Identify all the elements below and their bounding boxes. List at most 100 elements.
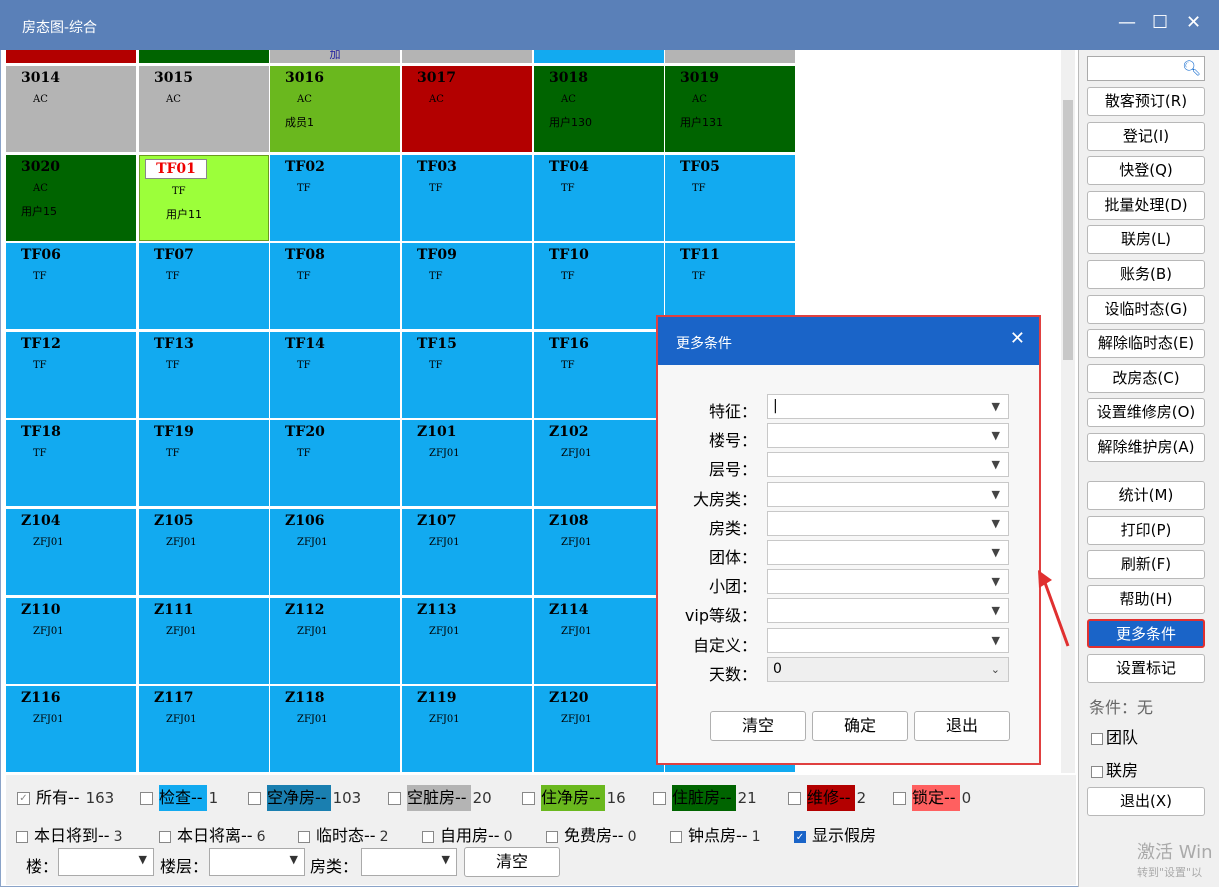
sidebar-button[interactable]: 设置标记 — [1087, 654, 1205, 683]
search-input[interactable]: 🔍︎ — [1087, 56, 1205, 81]
room-cell[interactable]: TF04 TF — [534, 154, 664, 241]
sidebar-button[interactable]: 批量处理(D) — [1087, 190, 1205, 220]
room-cell[interactable]: 3019 AC 用户131 — [665, 66, 795, 152]
sidebar-button[interactable]: 打印(P) — [1087, 515, 1205, 545]
sidebar-button[interactable]: 帮助(H) — [1087, 584, 1205, 614]
filter-checkbox[interactable]: 免费房-- 0 — [546, 822, 636, 846]
dialog-close-icon[interactable]: ✕ — [1010, 328, 1025, 349]
sidebar-button[interactable]: 设临时态(G) — [1087, 294, 1205, 324]
dialog-field-select[interactable]: ▼ — [767, 540, 1009, 565]
room-cell[interactable]: Z105 ZFJ01 — [139, 509, 269, 595]
dialog-field-select[interactable]: ▼ — [767, 569, 1009, 595]
checkbox-box[interactable]: ✓ — [794, 830, 806, 843]
room-cell[interactable]: Z107 ZFJ01 — [402, 509, 532, 595]
legend-checkbox[interactable] — [788, 792, 801, 805]
dialog-field-select[interactable]: ▼ — [767, 627, 1009, 653]
room-type-select[interactable]: ▼ — [361, 848, 457, 876]
sidebar-button[interactable]: 设置维修房(O) — [1087, 398, 1205, 428]
checkbox-box[interactable] — [670, 830, 682, 843]
room-cell[interactable]: TF15 TF — [402, 331, 532, 418]
room-cell[interactable]: Z116 ZFJ01 — [6, 686, 136, 773]
close-icon[interactable]: ✕ — [1186, 12, 1201, 33]
room-cell[interactable]: Z104 ZFJ01 — [6, 509, 136, 595]
room-cell[interactable]: TF16 TF — [534, 331, 664, 418]
sidebar-button[interactable]: 账务(B) — [1087, 260, 1205, 289]
sidebar-button[interactable]: 登记(I) — [1087, 121, 1205, 151]
dialog-field-select[interactable]: ▼ — [767, 510, 1009, 536]
room-cell[interactable]: Z108 ZFJ01 — [534, 509, 664, 595]
dialog-field-select[interactable]: 0 ⌄ — [767, 656, 1009, 682]
legend-checkbox[interactable]: ✓ — [17, 792, 30, 805]
checkbox-box[interactable] — [1091, 732, 1103, 745]
legend-checkbox[interactable] — [522, 792, 535, 805]
sidebar-button[interactable]: 刷新(F) — [1087, 550, 1205, 580]
room-cell[interactable]: TF09 TF — [402, 243, 532, 330]
sidebar-button[interactable]: 改房态(C) — [1087, 363, 1205, 393]
checkbox-box[interactable] — [16, 830, 28, 843]
room-cell[interactable]: Z118 ZFJ01 — [270, 686, 400, 773]
sidebar-button[interactable]: 散客预订(R) — [1087, 87, 1205, 116]
room-cell[interactable]: Z117 ZFJ01 — [139, 686, 269, 773]
filter-checkbox[interactable]: 自用房-- 0 — [422, 822, 512, 846]
exit-button[interactable]: 退出(X) — [1087, 787, 1205, 816]
room-cell[interactable]: TF12 TF — [6, 331, 136, 418]
checkbox-box[interactable] — [298, 830, 310, 843]
legend-item[interactable]: 住脏房-- 21 — [646, 785, 757, 811]
room-cell[interactable]: TF18 TF — [6, 420, 136, 507]
room-cell[interactable]: Z120 ZFJ01 — [534, 686, 664, 773]
checkbox-box[interactable] — [422, 830, 434, 843]
dialog-button[interactable]: 确定 — [812, 711, 908, 741]
room-cell[interactable]: Z110 ZFJ01 — [6, 597, 136, 684]
room-cell[interactable]: TF05 TF — [665, 154, 795, 241]
legend-checkbox[interactable] — [653, 792, 666, 805]
building-select[interactable]: ▼ — [58, 848, 154, 876]
grid-scrollbar[interactable] — [1061, 50, 1075, 773]
legend-item[interactable]: 空净房-- 103 — [241, 785, 361, 811]
filter-checkbox[interactable]: ✓ 显示假房 — [794, 822, 876, 846]
dialog-button[interactable]: 清空 — [710, 711, 806, 741]
room-cell[interactable]: Z102 ZFJ01 — [534, 420, 664, 507]
room-cell[interactable]: TF01 TF 用户11 — [139, 154, 269, 241]
sidebar-button[interactable]: 解除维护房(A) — [1087, 433, 1205, 462]
room-cell[interactable]: Z111 ZFJ01 — [139, 597, 269, 684]
room-cell[interactable]: Z114 ZFJ01 — [534, 597, 664, 684]
legend-checkbox[interactable] — [388, 792, 401, 805]
sidebar-checkbox[interactable]: 联房 — [1091, 757, 1138, 781]
room-cell[interactable]: Z112 ZFJ01 — [270, 597, 400, 684]
legend-checkbox[interactable] — [248, 792, 261, 805]
legend-item[interactable]: ✓ 所有-- 163 — [10, 785, 114, 811]
filter-checkbox[interactable]: 临时态-- 2 — [298, 822, 388, 846]
room-cell[interactable]: 3020 AC 用户15 — [6, 154, 136, 241]
room-cell[interactable]: 3016 AC 成员1 — [270, 66, 400, 152]
checkbox-box[interactable] — [546, 830, 558, 843]
room-cell[interactable]: 3018 AC 用户130 — [534, 66, 664, 152]
sidebar-button[interactable]: 快登(Q) — [1087, 156, 1205, 186]
scrollbar-thumb[interactable] — [1063, 100, 1073, 360]
sidebar-button[interactable]: 联房(L) — [1087, 225, 1205, 255]
sidebar-button[interactable]: 统计(M) — [1087, 481, 1205, 510]
room-cell[interactable]: Z106 ZFJ01 — [270, 509, 400, 595]
sidebar-checkbox[interactable]: 团队 — [1091, 724, 1138, 748]
dialog-field-select[interactable]: ▼ — [767, 452, 1009, 478]
room-cell[interactable]: Z119 ZFJ01 — [402, 686, 532, 773]
room-cell[interactable]: 3015 AC — [139, 66, 269, 152]
room-cell[interactable]: Z113 ZFJ01 — [402, 597, 532, 684]
dialog-field-select[interactable]: ▼ — [767, 598, 1009, 624]
room-cell[interactable]: Z101 ZFJ01 — [402, 420, 532, 507]
room-cell[interactable]: TF08 TF — [270, 243, 400, 330]
dialog-field-select[interactable]: | ▼ — [767, 394, 1009, 419]
filter-checkbox[interactable]: 本日将到-- 3 — [16, 822, 122, 846]
legend-item[interactable]: 空脏房-- 20 — [381, 785, 492, 811]
checkbox-box[interactable] — [159, 830, 171, 843]
legend-item[interactable]: 住净房-- 16 — [515, 785, 626, 811]
minimize-icon[interactable]: — — [1118, 12, 1136, 33]
room-cell[interactable]: TF03 TF — [402, 154, 532, 241]
room-cell[interactable]: TF14 TF — [270, 331, 400, 418]
search-icon[interactable]: 🔍︎ — [1182, 59, 1201, 77]
clear-button[interactable]: 清空 — [464, 847, 560, 877]
room-cell[interactable]: TF13 TF — [139, 331, 269, 418]
room-cell[interactable]: TF10 TF — [534, 243, 664, 330]
dialog-field-select[interactable]: ▼ — [767, 481, 1009, 507]
room-cell[interactable]: TF06 TF — [6, 243, 136, 330]
room-cell[interactable]: TF19 TF — [139, 420, 269, 507]
